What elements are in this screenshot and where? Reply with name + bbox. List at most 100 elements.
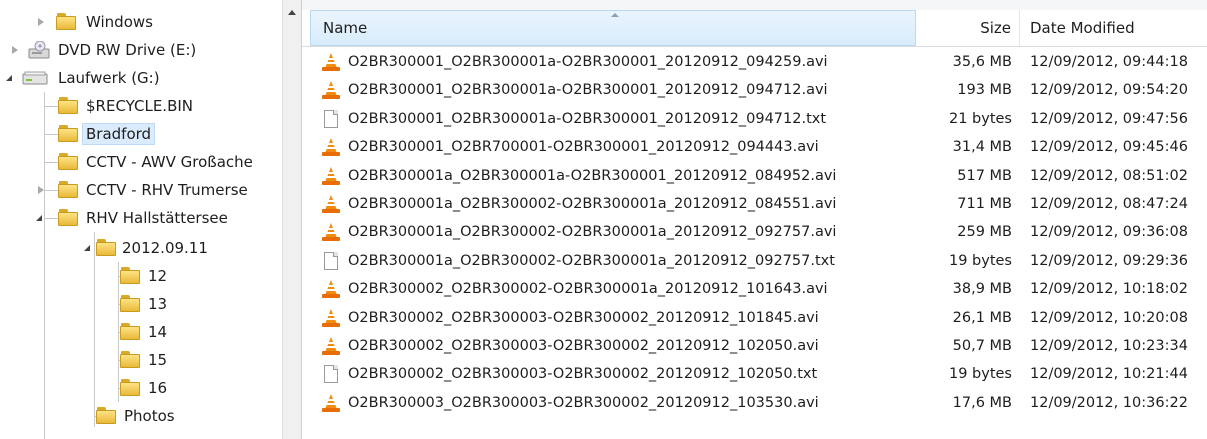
tree-item-recycle-bin[interactable]: $RECYCLE.BIN (58, 93, 197, 119)
file-name: O2BR300001_O2BR300001a-O2BR300001_201209… (348, 54, 828, 70)
expand-arrow-icon[interactable] (36, 185, 46, 195)
file-name: O2BR300001_O2BR700001-O2BR300001_2012091… (348, 139, 819, 156)
tree-guide-line (94, 232, 95, 427)
file-row[interactable]: O2BR300001a_O2BR300002-O2BR300001a_20120… (302, 219, 1207, 245)
tree-item-2012-09-11[interactable]: 2012.09.11 (84, 235, 212, 261)
file-name: O2BR300002_O2BR300003-O2BR300002_2012091… (348, 309, 819, 326)
vlc-icon (322, 223, 340, 242)
tree-item-label: 13 (148, 295, 168, 313)
vlc-icon (322, 280, 340, 299)
vlc-icon (322, 195, 340, 213)
tree-item-13[interactable]: 13 (120, 291, 171, 317)
file-date-modified: 12/09/2012, 10:18:02 (1030, 281, 1188, 298)
column-header-size[interactable]: Size (918, 10, 1020, 46)
file-date-modified: 12/09/2012, 09:45:46 (1030, 139, 1188, 156)
file-row[interactable]: O2BR300002_O2BR300003-O2BR300002_2012091… (302, 361, 1207, 387)
file-row[interactable]: O2BR300001_O2BR300001a-O2BR300001_201209… (302, 106, 1207, 132)
file-date-modified: 12/09/2012, 09:36:08 (1030, 224, 1188, 241)
toolbar-strip (302, 0, 1207, 10)
file-size: 17,6 MB (952, 394, 1012, 411)
file-size: 26,1 MB (952, 309, 1012, 326)
file-row[interactable]: O2BR300001_O2BR300001a-O2BR300001_201209… (302, 77, 1207, 103)
tree-item-label: 16 (148, 379, 168, 397)
tree-guide-line (44, 92, 45, 439)
tree-item-label: Windows (86, 13, 153, 31)
file-size: 517 MB (957, 167, 1012, 184)
tree-guide-line (44, 134, 58, 135)
tree-item-14[interactable]: 14 (120, 319, 171, 345)
column-header: Name Size Date Modified (302, 10, 1207, 47)
scroll-up-arrow-icon[interactable] (288, 10, 296, 15)
folder-icon (120, 295, 140, 312)
column-header-label: Date Modified (1030, 19, 1135, 37)
folder-icon (120, 267, 140, 284)
file-date-modified: 12/09/2012, 09:47:56 (1030, 110, 1188, 127)
file-row[interactable]: O2BR300001_O2BR700001-O2BR300001_2012091… (302, 134, 1207, 160)
folder-icon (96, 407, 116, 424)
tree-guide-line (44, 162, 58, 163)
file-name: O2BR300003_O2BR300003-O2BR300002_2012091… (348, 394, 819, 411)
file-row[interactable]: O2BR300002_O2BR300002-O2BR300001a_201209… (302, 276, 1207, 302)
tree-item-12[interactable]: 12 (120, 263, 171, 289)
text-file-icon (322, 365, 340, 384)
folder-icon (56, 13, 76, 30)
file-name: O2BR300002_O2BR300003-O2BR300002_2012091… (348, 366, 818, 383)
column-header-name[interactable]: Name (310, 10, 916, 46)
hard-drive-icon (22, 71, 48, 85)
tree-item-15[interactable]: 15 (120, 347, 171, 373)
tree-item-laufwerk-g[interactable]: Laufwerk (G:) (6, 65, 164, 91)
folder-icon (120, 323, 140, 340)
folder-icon (58, 181, 78, 198)
collapse-arrow-icon[interactable] (36, 213, 46, 223)
tree-item-dvd-drive[interactable]: DVD RW Drive (E:) (10, 37, 200, 63)
vlc-icon (322, 166, 340, 185)
tree-item-rhv-hallstaettersee[interactable]: RHV Hallstättersee (36, 205, 232, 231)
tree-item-label: Laufwerk (G:) (58, 69, 160, 87)
file-row[interactable]: O2BR300001_O2BR300001a-O2BR300001_201209… (302, 49, 1207, 75)
file-name: O2BR300001a_O2BR300002-O2BR300001a_20120… (348, 252, 835, 269)
tree-item-label: Bradford (82, 123, 156, 145)
file-date-modified: 12/09/2012, 10:23:34 (1030, 338, 1188, 354)
tree-item-bradford[interactable]: Bradford (58, 121, 156, 147)
tree-item-windows[interactable]: Windows (36, 9, 157, 35)
dvd-drive-icon (28, 40, 50, 59)
file-row[interactable]: O2BR300001a_O2BR300001a-O2BR300001_20120… (302, 163, 1207, 189)
column-header-label: Size (980, 19, 1011, 37)
folder-icon (58, 125, 78, 142)
collapse-arrow-icon[interactable] (84, 243, 94, 253)
file-row[interactable]: O2BR300003_O2BR300003-O2BR300002_2012091… (302, 390, 1207, 416)
tree-guide-line (44, 106, 58, 107)
file-size: 19 bytes (948, 252, 1012, 269)
file-size: 259 MB (957, 224, 1012, 241)
tree-item-label: CCTV - AWV Großache (86, 153, 253, 171)
column-header-date-modified[interactable]: Date Modified (1020, 10, 1207, 46)
file-row[interactable]: O2BR300002_O2BR300003-O2BR300002_2012091… (302, 333, 1207, 359)
tree-item-label: 14 (148, 323, 168, 341)
expand-arrow-icon[interactable] (10, 45, 20, 55)
tree-item-photos[interactable]: Photos (96, 403, 179, 429)
vlc-icon (322, 393, 340, 412)
folder-icon (120, 351, 140, 368)
file-row[interactable]: O2BR300001a_O2BR300002-O2BR300001a_20120… (302, 248, 1207, 274)
file-name: O2BR300001_O2BR300001a-O2BR300001_201209… (348, 110, 827, 127)
tree-item-cctv-rhv[interactable]: CCTV - RHV Trumerse (36, 177, 252, 203)
expand-arrow-icon[interactable] (36, 17, 46, 27)
collapse-arrow-icon[interactable] (6, 73, 16, 83)
file-size: 19 bytes (948, 366, 1012, 383)
tree-item-label: DVD RW Drive (E:) (58, 41, 197, 59)
file-name: O2BR300001a_O2BR300001a-O2BR300001_20120… (348, 167, 837, 184)
file-row[interactable]: O2BR300001a_O2BR300002-O2BR300001a_20120… (302, 191, 1207, 217)
file-date-modified: 12/09/2012, 09:54:20 (1030, 82, 1188, 99)
tree-item-cctv-awv[interactable]: CCTV - AWV Großache (58, 149, 257, 175)
folder-icon (58, 97, 78, 114)
file-name: O2BR300002_O2BR300002-O2BR300001a_201209… (348, 281, 828, 298)
tree-item-label: Photos (124, 407, 175, 425)
tree-item-16[interactable]: 16 (120, 375, 171, 401)
folder-icon (96, 239, 116, 256)
tree-scrollbar[interactable] (282, 0, 301, 439)
tree-item-label: CCTV - RHV Trumerse (86, 181, 248, 199)
tree-item-label: 12 (148, 267, 168, 285)
file-name: O2BR300002_O2BR300003-O2BR300002_2012091… (348, 338, 819, 354)
file-date-modified: 12/09/2012, 10:20:08 (1030, 309, 1188, 326)
file-row[interactable]: O2BR300002_O2BR300003-O2BR300002_2012091… (302, 305, 1207, 331)
